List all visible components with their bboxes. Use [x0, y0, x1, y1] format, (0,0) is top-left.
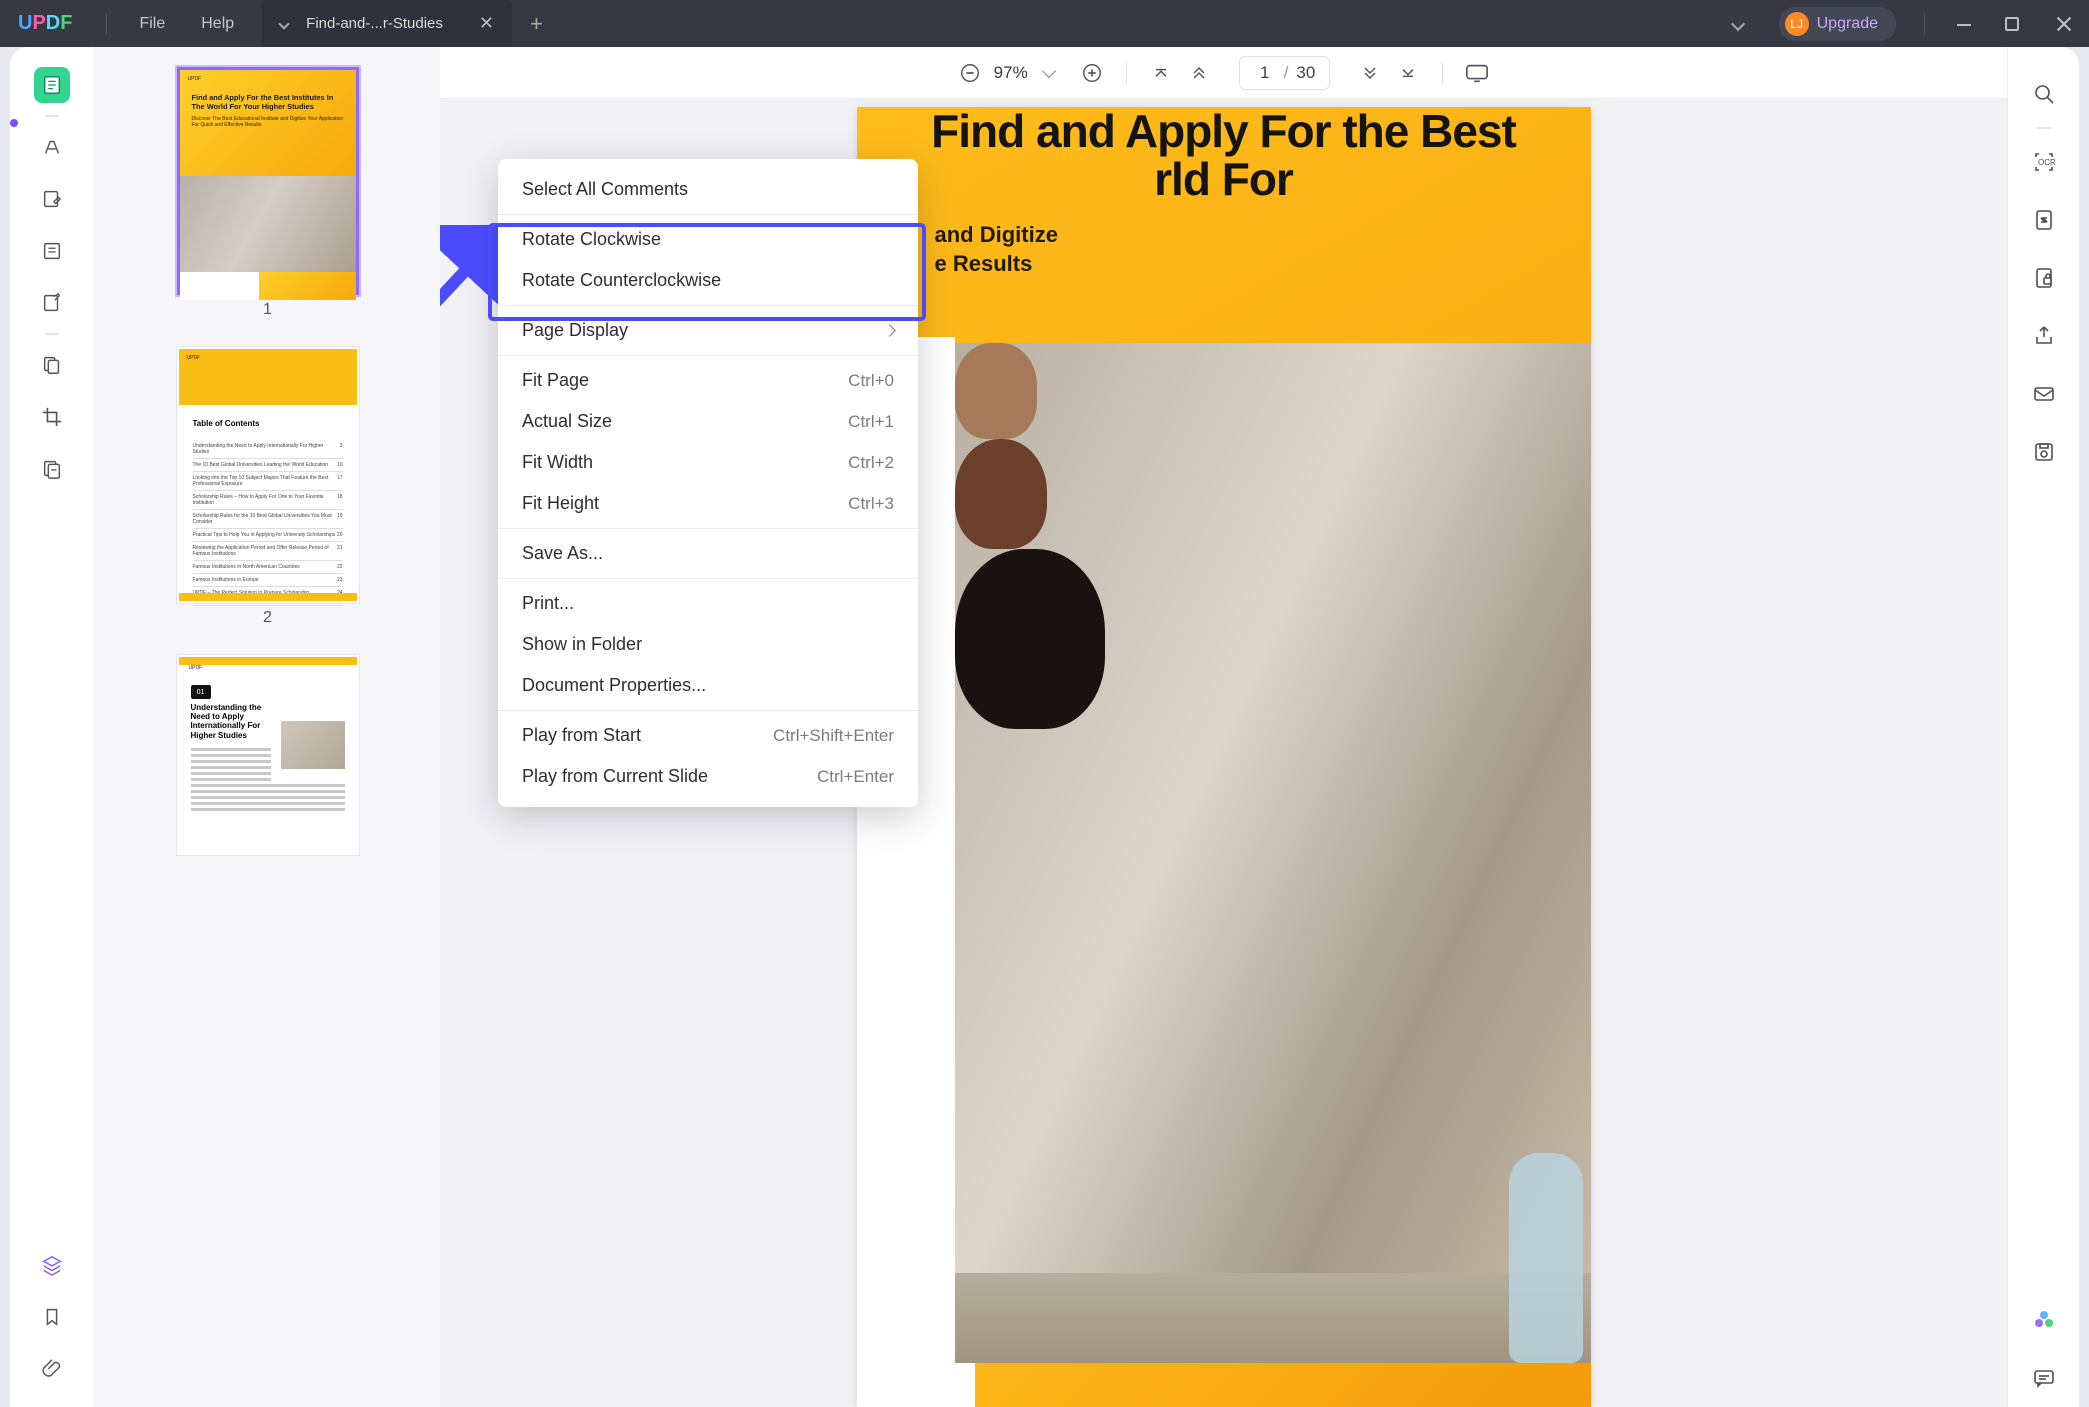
app-logo: UPDF: [18, 12, 72, 35]
ctx-save-as[interactable]: Save As...: [498, 533, 918, 574]
zoom-in-button[interactable]: [1074, 55, 1110, 91]
page-current: 1: [1254, 63, 1276, 83]
tab-dropdown-icon[interactable]: [278, 18, 289, 29]
zoom-out-button[interactable]: [952, 55, 988, 91]
save-icon[interactable]: [2029, 437, 2059, 467]
share-icon[interactable]: [2029, 321, 2059, 351]
convert-icon[interactable]: [2029, 205, 2059, 235]
toc-row: Scholarship Rules – How to Apply For One…: [193, 491, 343, 510]
svg-text:OCR: OCR: [2038, 158, 2056, 167]
context-menu: Select All Comments Rotate Clockwise Rot…: [498, 159, 918, 807]
titlebar-dropdown-icon[interactable]: [1731, 16, 1745, 30]
thumbnail-page-1[interactable]: UPDF Find and Apply For the Best Institu…: [177, 67, 359, 295]
tool-redact[interactable]: [34, 451, 70, 487]
viewer-toolbar: 97% 1 / 30: [440, 47, 2007, 99]
tool-thumbnails[interactable]: [34, 67, 70, 103]
zoom-value: 97%: [994, 63, 1028, 83]
tool-sign[interactable]: [34, 285, 70, 321]
ocr-icon[interactable]: OCR: [2029, 147, 2059, 177]
ctx-show-in-folder[interactable]: Show in Folder: [498, 624, 918, 665]
tab-title: Find-and-...r-Studies: [306, 15, 443, 32]
toc-row: The 10 Best Global Universities Leading …: [193, 459, 343, 472]
toc-row: Looking into the Top 10 Subject Majors T…: [193, 472, 343, 491]
ctx-page-display[interactable]: Page Display: [498, 310, 918, 351]
tool-organize[interactable]: [34, 347, 70, 383]
chevron-right-icon: [883, 324, 896, 337]
upgrade-button[interactable]: LJ Upgrade: [1779, 7, 1896, 41]
new-tab-button[interactable]: +: [530, 11, 543, 37]
left-indicator-dot: [10, 119, 18, 127]
next-page-button[interactable]: [1352, 55, 1388, 91]
page-input[interactable]: 1 / 30: [1239, 56, 1331, 90]
ctx-print[interactable]: Print...: [498, 583, 918, 624]
toc-row: Scholarship Rules for the 10 Best Global…: [193, 510, 343, 529]
thumbnail-number-1: 1: [263, 301, 272, 319]
doc-title-line2: rld For: [857, 155, 1591, 203]
ctx-fit-height[interactable]: Fit HeightCtrl+3: [498, 483, 918, 524]
tool-highlight[interactable]: [34, 129, 70, 165]
comment-panel-icon[interactable]: [2029, 1363, 2059, 1393]
tool-attachment[interactable]: [34, 1351, 70, 1387]
tool-layers[interactable]: [34, 1247, 70, 1283]
menu-file[interactable]: File: [121, 15, 183, 33]
tool-bookmark[interactable]: [34, 1299, 70, 1335]
ctx-document-properties[interactable]: Document Properties...: [498, 665, 918, 706]
page-stage[interactable]: Find and Apply For the Best rld For and …: [440, 99, 2007, 1407]
toc-row: Understanding the Need to Apply Internat…: [193, 440, 343, 459]
toc-row: Practical Tips to Help You in Applying f…: [193, 529, 343, 542]
brand-tag: UPDF: [188, 76, 202, 82]
ctx-rotate-counterclockwise[interactable]: Rotate Counterclockwise: [498, 260, 918, 301]
tool-edit-text[interactable]: [34, 181, 70, 217]
right-toolrail: OCR: [2007, 47, 2079, 1407]
menu-help[interactable]: Help: [183, 15, 252, 33]
avatar-badge: LJ: [1785, 12, 1809, 36]
thumbnail-page-2[interactable]: UPDF Table of Contents Understanding the…: [177, 347, 359, 603]
viewer-area: 97% 1 / 30 Find and Apply For the Best r…: [440, 47, 2007, 1407]
page-view: Find and Apply For the Best rld For and …: [857, 107, 1591, 1407]
document-tab[interactable]: Find-and-...r-Studies ✕: [262, 0, 512, 47]
ai-assistant-icon[interactable]: [2029, 1305, 2059, 1335]
page-total: 30: [1296, 63, 1315, 83]
tab-close-icon[interactable]: ✕: [479, 13, 494, 34]
toc-row: Famous Institutions in North American Co…: [193, 561, 343, 574]
app-body: UPDF Find and Apply For the Best Institu…: [10, 47, 2079, 1407]
ctx-play-from-start[interactable]: Play from StartCtrl+Shift+Enter: [498, 715, 918, 756]
ctx-fit-page[interactable]: Fit PageCtrl+0: [498, 360, 918, 401]
toc-row: Reviewing the Application Period and Off…: [193, 542, 343, 561]
search-icon[interactable]: [2029, 79, 2059, 109]
ctx-actual-size[interactable]: Actual SizeCtrl+1: [498, 401, 918, 442]
ctx-fit-width[interactable]: Fit WidthCtrl+2: [498, 442, 918, 483]
prev-page-button[interactable]: [1181, 55, 1217, 91]
ctx-select-all-comments[interactable]: Select All Comments: [498, 169, 918, 210]
protect-icon[interactable]: [2029, 263, 2059, 293]
ctx-rotate-clockwise[interactable]: Rotate Clockwise: [498, 219, 918, 260]
ctx-play-from-current[interactable]: Play from Current SlideCtrl+Enter: [498, 756, 918, 797]
doc-title-line1: Find and Apply For the Best: [857, 107, 1591, 155]
doc-hero-image: [955, 343, 1591, 1363]
thumbnail-panel[interactable]: UPDF Find and Apply For the Best Institu…: [95, 47, 440, 1407]
window-close-button[interactable]: [2055, 15, 2073, 33]
last-page-button[interactable]: [1390, 55, 1426, 91]
presentation-button[interactable]: [1459, 55, 1495, 91]
titlebar: UPDF File Help Find-and-...r-Studies ✕ +…: [0, 0, 2089, 47]
window-maximize-button[interactable]: [2005, 15, 2023, 33]
left-toolrail: [10, 47, 95, 1407]
tool-crop[interactable]: [34, 399, 70, 435]
email-icon[interactable]: [2029, 379, 2059, 409]
doc-subtitle-line1: and Digitize: [935, 222, 1058, 247]
window-minimize-button[interactable]: [1955, 15, 1973, 33]
doc-subtitle-line2: e Results: [935, 251, 1033, 276]
tool-form[interactable]: [34, 233, 70, 269]
first-page-button[interactable]: [1143, 55, 1179, 91]
thumbnail-page-3[interactable]: UPDF 01 Understanding the Need to Apply …: [177, 655, 359, 855]
zoom-dropdown-icon[interactable]: [1042, 63, 1056, 77]
upgrade-label: Upgrade: [1817, 15, 1878, 33]
toc-row: Famous Institutions in Europe23: [193, 574, 343, 587]
